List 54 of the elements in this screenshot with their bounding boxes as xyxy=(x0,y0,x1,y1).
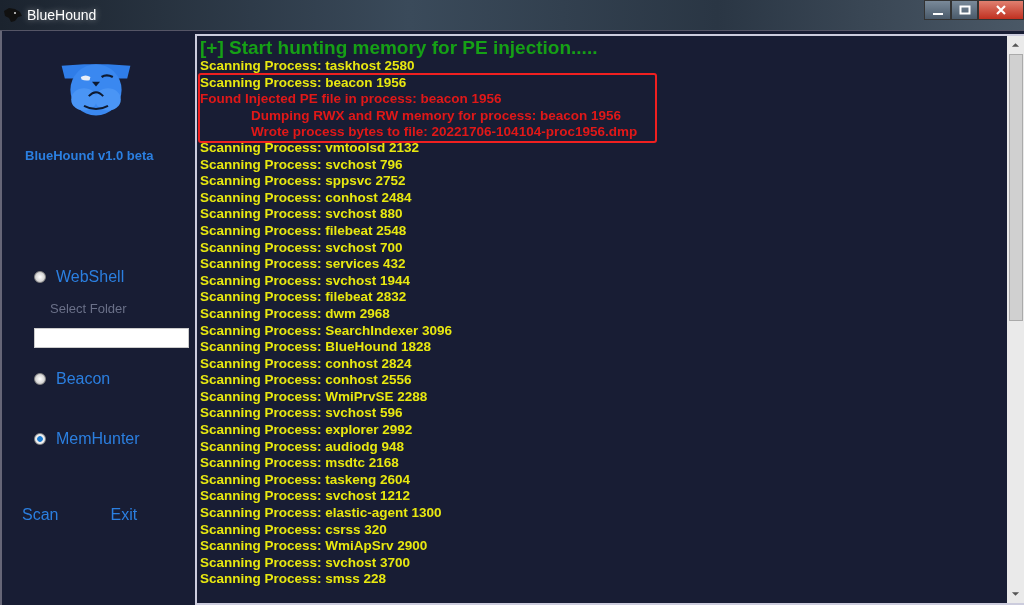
log-header: [+] Start hunting memory for PE injection..... xyxy=(200,38,599,58)
log-line: Scanning Process: conhost 2824 xyxy=(200,355,413,373)
log-line: Scanning Process: dwm 2968 xyxy=(200,305,391,323)
minimize-button[interactable] xyxy=(924,0,951,20)
maximize-icon xyxy=(958,5,971,15)
log-line: Scanning Process: taskhost 2580 xyxy=(200,58,416,75)
scrollbar[interactable] xyxy=(1007,36,1024,603)
action-link[interactable]: Exit xyxy=(110,506,138,524)
mode-label[interactable]: MemHunter xyxy=(56,430,140,448)
radio-button[interactable] xyxy=(34,271,46,283)
radio-button[interactable] xyxy=(34,373,46,385)
log-line: Scanning Process: conhost 2556 xyxy=(200,372,413,389)
log-line: Dumping RWX and RW memory for process: beacon 1956 xyxy=(250,107,623,125)
log-line: Scanning Process: services 432 xyxy=(200,256,407,273)
log-line: Scanning Process: WmiPrvSE 2288 xyxy=(200,388,429,406)
log-line: Scanning Process: csrss 320 xyxy=(200,521,388,539)
radio-button[interactable] xyxy=(34,433,46,445)
folder-input-field[interactable] xyxy=(34,328,189,348)
log-line: Scanning Process: svchost 880 xyxy=(200,206,404,223)
log-line: Scanning Process: svchost 596 xyxy=(200,405,404,423)
log-line: Scanning Process: svchost 796 xyxy=(200,156,404,174)
log-line: Scanning Process: filebeat 2548 xyxy=(200,222,408,240)
log-line: Scanning Process: taskeng 2604 xyxy=(200,471,412,489)
log-line: Scanning Process: WmiApSrv 2900 xyxy=(200,538,429,555)
close-button[interactable] xyxy=(978,0,1024,20)
minimize-icon xyxy=(932,13,943,15)
log-line: Found Injected PE file in process: beacon 1956 xyxy=(200,91,503,108)
window-title: BlueHound xyxy=(27,7,97,23)
log-line: Scanning Process: filebeat 2832 xyxy=(200,289,408,306)
field-label: Select Folder xyxy=(50,301,128,316)
action-link[interactable]: Scan xyxy=(22,506,59,524)
log-line: Scanning Process: svchost 1212 xyxy=(200,488,412,506)
mode-label[interactable]: WebShell xyxy=(56,268,125,286)
scroll-down-icon[interactable] xyxy=(1011,591,1020,597)
log-line: Wrote process bytes to file: 20221706-104104-proc1956.dmp xyxy=(250,124,639,141)
log-line: Scanning Process: msdtc 2168 xyxy=(200,455,400,472)
close-icon xyxy=(995,5,1007,15)
log-line: Scanning Process: conhost 2484 xyxy=(200,189,413,207)
log-line: Scanning Process: sppsvc 2752 xyxy=(200,173,407,190)
mode-label[interactable]: Beacon xyxy=(56,370,111,388)
log-line: Scanning Process: audiodg 948 xyxy=(200,438,406,456)
log-line: Scanning Process: svchost 3700 xyxy=(200,554,412,572)
log-line: Scanning Process: smss 228 xyxy=(200,571,388,588)
app-name: BlueHound v1.0 beta xyxy=(25,148,155,163)
maximize-button[interactable] xyxy=(951,0,978,20)
scroll-up-icon[interactable] xyxy=(1011,42,1020,48)
log-line: Scanning Process: svchost 1944 xyxy=(200,272,412,290)
log-line: Scanning Process: beacon 1956 xyxy=(200,74,408,92)
log-line: Scanning Process: SearchIndexer 3096 xyxy=(200,322,454,340)
log-line: Scanning Process: BlueHound 1828 xyxy=(200,339,433,356)
log-line: Scanning Process: svchost 700 xyxy=(200,239,404,257)
log-line: Scanning Process: elastic-agent 1300 xyxy=(200,505,443,522)
log-line: Scanning Process: vmtoolsd 2132 xyxy=(200,139,421,157)
log-line: Scanning Process: explorer 2992 xyxy=(200,422,414,439)
